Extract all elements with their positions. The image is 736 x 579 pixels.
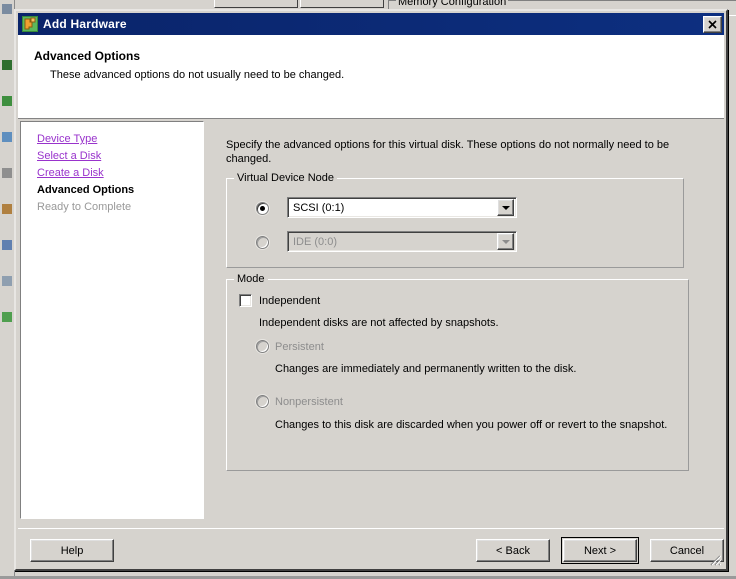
next-button[interactable]: Next > [561, 537, 639, 564]
chevron-down-icon-disabled [497, 233, 514, 250]
parent-icon-6 [2, 204, 12, 214]
persistent-description: Changes are immediately and permanently … [275, 363, 577, 375]
page-title: Advanced Options [34, 49, 141, 63]
parent-icon-1 [2, 4, 12, 14]
wizard-content-pane: Specify the advanced options for this vi… [221, 121, 722, 519]
nonpersistent-label: Nonpersistent [275, 396, 343, 408]
wizard-steps-sidebar: Device Type Select a Disk Create a Disk … [20, 121, 204, 519]
radio-persistent [256, 340, 269, 353]
sidebar-item-device-type[interactable]: Device Type [37, 131, 203, 147]
dialog-footer: Help < Back Next > Cancel [18, 528, 724, 569]
background-tab-1 [214, 0, 298, 8]
scsi-node-dropdown[interactable]: SCSI (0:1) [287, 197, 517, 218]
close-icon[interactable] [703, 15, 722, 33]
back-button[interactable]: < Back [476, 539, 550, 562]
radio-nonpersistent [256, 395, 269, 408]
page-subtitle: These advanced options do not usually ne… [50, 69, 345, 81]
parent-icon-4 [2, 132, 12, 142]
dialog-titlebar[interactable]: Add Hardware [18, 13, 724, 35]
mode-group: Mode Independent Independent disks are n… [226, 273, 689, 471]
nonpersistent-description: Changes to this disk are discarded when … [275, 419, 668, 431]
sidebar-item-ready-to-complete: Ready to Complete [37, 201, 132, 213]
background-memory-configuration-label: Memory Configuration [396, 0, 509, 8]
ide-node-value: IDE (0:0) [293, 235, 338, 248]
parent-icon-8 [2, 276, 12, 286]
intro-text: Specify the advanced options for this vi… [226, 139, 670, 165]
add-hardware-dialog: Add Hardware Advanced Options These adva… [14, 9, 728, 571]
dialog-header: Advanced Options These advanced options … [18, 35, 724, 119]
persistent-label: Persistent [275, 341, 324, 353]
dialog-body: Device Type Select a Disk Create a Disk … [18, 120, 724, 523]
mode-legend: Mode [234, 273, 268, 285]
background-tab-2 [300, 0, 384, 8]
radio-ide-node [256, 236, 269, 249]
parent-window-left-strip [0, 0, 15, 579]
help-button[interactable]: Help [30, 539, 114, 562]
parent-icon-7 [2, 240, 12, 250]
independent-description: Independent disks are not affected by sn… [259, 317, 499, 329]
radio-scsi-node[interactable] [256, 202, 269, 215]
virtual-device-node-group: Virtual Device Node SCSI (0:1) IDE (0:0) [226, 172, 684, 268]
independent-checkbox[interactable] [239, 294, 252, 307]
sidebar-item-create-a-disk[interactable]: Create a Disk [37, 165, 203, 181]
virtual-device-node-legend: Virtual Device Node [234, 172, 338, 184]
ide-node-dropdown: IDE (0:0) [287, 231, 517, 252]
chevron-down-icon[interactable] [497, 199, 514, 216]
parent-icon-9 [2, 312, 12, 322]
sidebar-item-select-a-disk[interactable]: Select a Disk [37, 148, 203, 164]
dialog-title: Add Hardware [43, 17, 127, 31]
sidebar-item-advanced-options: Advanced Options [37, 184, 135, 196]
independent-label[interactable]: Independent [259, 295, 320, 307]
resize-grip-icon[interactable] [707, 552, 722, 566]
parent-icon-5 [2, 168, 12, 178]
parent-icon-2 [2, 60, 12, 70]
add-hardware-icon [22, 16, 38, 32]
parent-icon-3 [2, 96, 12, 106]
scsi-node-value: SCSI (0:1) [293, 201, 345, 214]
